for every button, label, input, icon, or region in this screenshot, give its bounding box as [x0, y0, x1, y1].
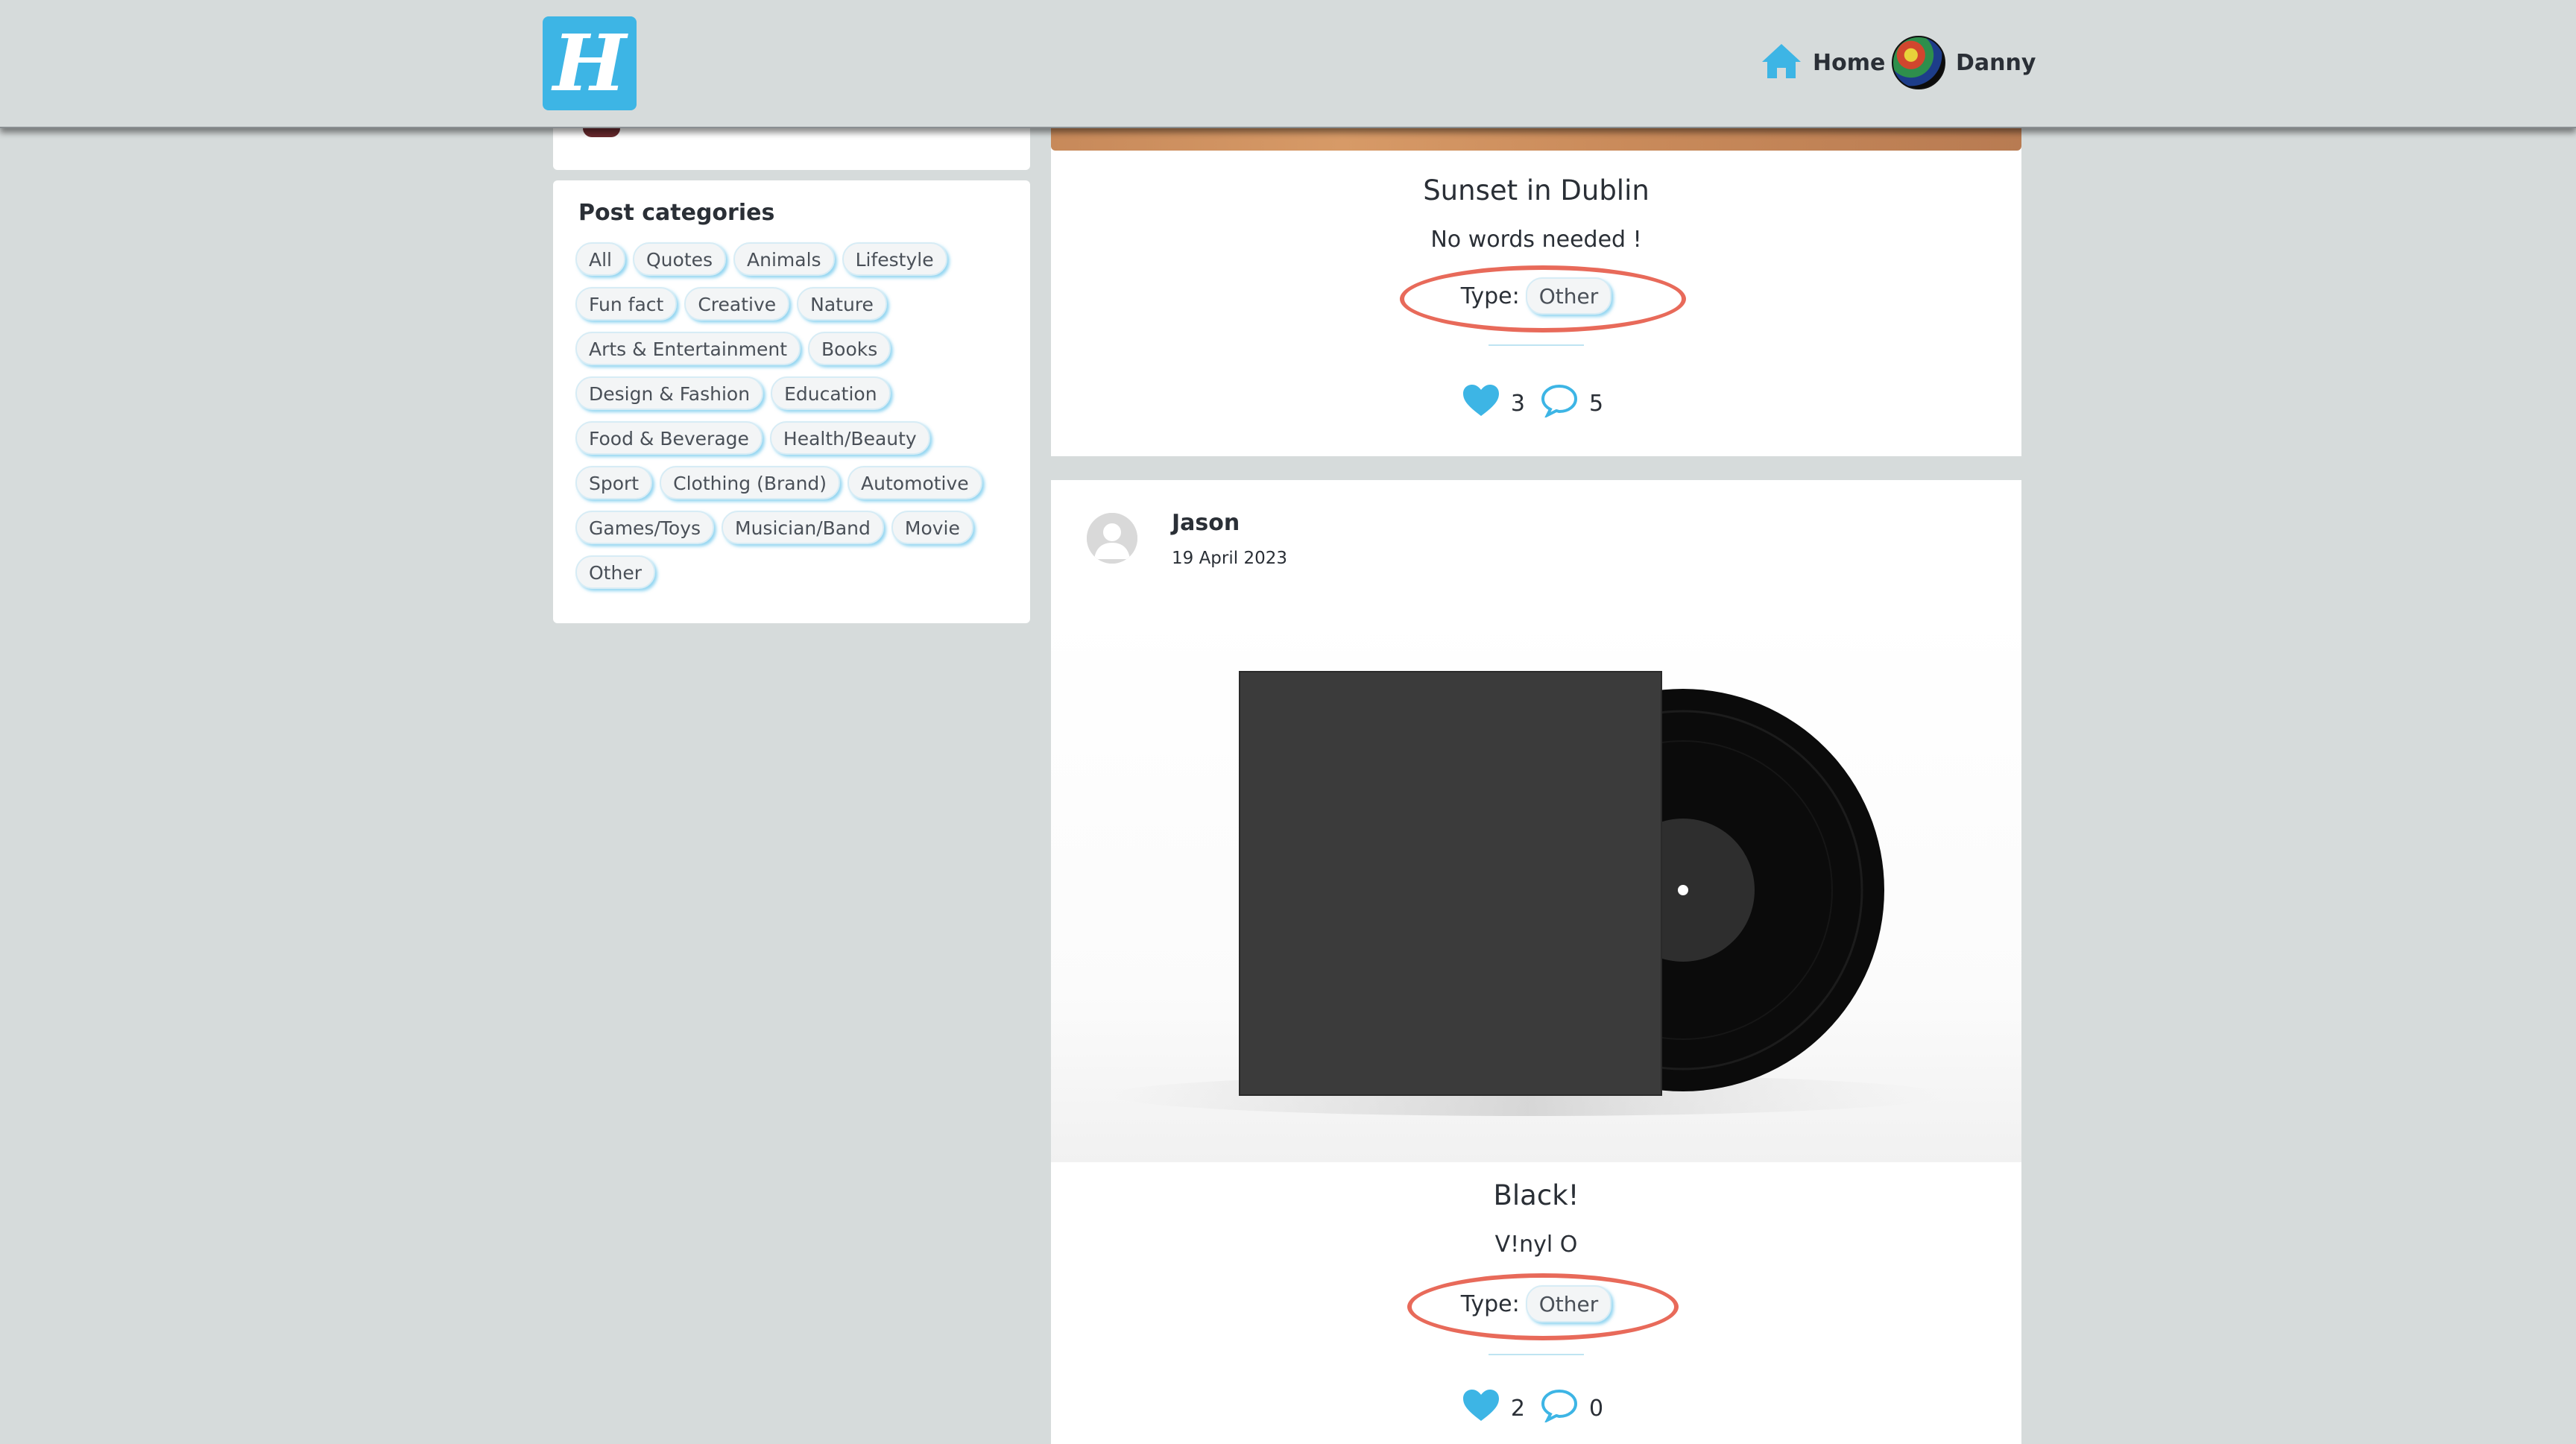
post-date: 19 April 2023	[1172, 549, 1287, 568]
type-label: Type:	[1460, 283, 1520, 309]
comment-count: 5	[1589, 390, 1604, 417]
post-categories-panel: Post categories All Quotes Animals Lifestyl…	[553, 180, 1030, 623]
comment-icon	[1540, 383, 1579, 423]
post-stats: 3 5	[1051, 383, 2021, 423]
category-chip-list: All Quotes Animals Lifestyle Fun fact Creativ…	[571, 242, 1012, 589]
post-image[interactable]	[1051, 128, 2021, 151]
profile-card	[553, 128, 1030, 170]
like-button[interactable]: 2	[1462, 1388, 1532, 1428]
post-type-row: Type: Other	[1051, 277, 2021, 315]
comment-count: 0	[1589, 1395, 1604, 1422]
divider	[1489, 344, 1584, 346]
like-button[interactable]: 3	[1462, 383, 1532, 423]
heart-icon	[1462, 383, 1500, 423]
profile-avatar	[583, 128, 620, 137]
category-chip[interactable]: Automotive	[847, 466, 982, 499]
nav-user-name: Danny	[1956, 49, 2036, 76]
category-chip[interactable]: Food & Beverage	[575, 421, 763, 455]
category-chip[interactable]: Education	[771, 376, 891, 410]
category-chip[interactable]: Clothing (Brand)	[660, 466, 841, 499]
category-chip[interactable]: Games/Toys	[575, 511, 715, 544]
category-chip[interactable]: Nature	[797, 287, 887, 321]
comment-icon	[1540, 1388, 1579, 1428]
author-name[interactable]: Jason	[1172, 510, 1240, 536]
category-chip[interactable]: Animals	[733, 242, 835, 276]
app-logo[interactable]: H	[543, 16, 637, 110]
category-chip[interactable]: Quotes	[633, 242, 727, 276]
type-label: Type:	[1460, 1290, 1520, 1317]
post-title: Black!	[1493, 1179, 1579, 1211]
like-count: 3	[1510, 390, 1525, 417]
top-navigation-bar: H Home Danny	[0, 0, 2576, 128]
post-type-row: Type: Other	[1051, 1285, 2021, 1322]
category-chip[interactable]: Arts & Entertainment	[575, 332, 801, 365]
nav-home-label: Home	[1813, 49, 1886, 76]
category-chip[interactable]: Fun fact	[575, 287, 678, 321]
home-icon	[1761, 42, 1802, 83]
category-chip[interactable]: Design & Fashion	[575, 376, 764, 410]
user-avatar	[1892, 36, 1945, 89]
like-count: 2	[1510, 1395, 1525, 1422]
comment-button[interactable]: 5	[1540, 383, 1611, 423]
post-stats: 2 0	[1051, 1388, 2021, 1428]
category-chip[interactable]: Movie	[891, 511, 973, 544]
categories-title: Post categories	[578, 200, 775, 226]
post-card: Sunset in Dublin No words needed ! Type:…	[1051, 128, 2021, 456]
post-card: Jason 19 April 2023 Black! V!nyl O Type:…	[1051, 480, 2021, 1444]
category-chip[interactable]: Health/Beauty	[769, 421, 930, 455]
category-chip[interactable]: All	[575, 242, 625, 276]
post-text: V!nyl O	[1494, 1232, 1578, 1258]
heart-icon	[1462, 1388, 1500, 1428]
post-image[interactable]	[1051, 607, 2021, 1162]
divider	[1489, 1354, 1584, 1355]
type-chip[interactable]: Other	[1525, 277, 1612, 315]
comment-button[interactable]: 0	[1540, 1388, 1611, 1428]
author-avatar[interactable]	[1087, 513, 1137, 564]
post-title: Sunset in Dublin	[1423, 174, 1650, 206]
nav-home-link[interactable]: Home	[1761, 39, 1885, 86]
category-chip[interactable]: Other	[575, 555, 655, 589]
nav-user-profile[interactable]: Danny	[1892, 34, 2036, 91]
category-chip[interactable]: Lifestyle	[842, 242, 947, 276]
category-chip[interactable]: Sport	[575, 466, 653, 499]
category-chip[interactable]: Musician/Band	[722, 511, 884, 544]
category-chip[interactable]: Creative	[684, 287, 790, 321]
post-text: No words needed !	[1430, 227, 1642, 253]
category-chip[interactable]: Books	[808, 332, 891, 365]
type-chip[interactable]: Other	[1525, 1285, 1612, 1322]
